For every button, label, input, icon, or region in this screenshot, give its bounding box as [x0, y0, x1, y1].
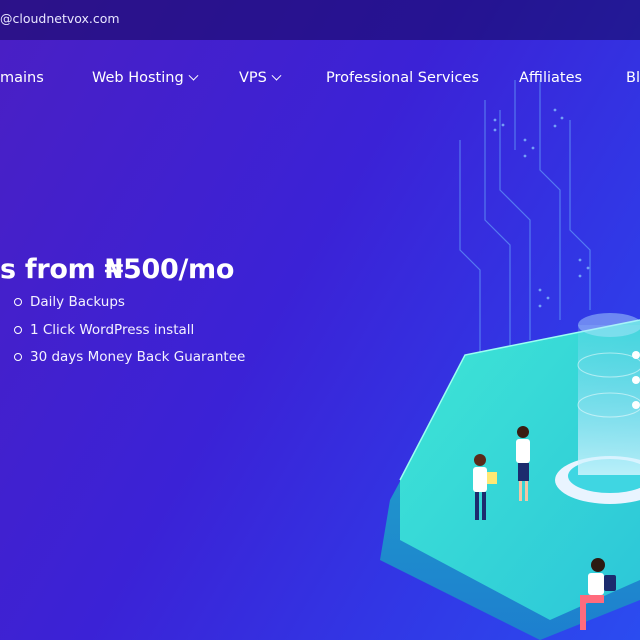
feature-list: Daily Backups 1 Click WordPress install …	[14, 292, 245, 375]
circle-bullet-icon	[14, 325, 22, 334]
feature-item: Daily Backups	[14, 292, 245, 320]
circle-bullet-icon	[14, 298, 22, 306]
top-bar: @cloudnetvox.com	[0, 0, 640, 40]
contact-email[interactable]: @cloudnetvox.com	[0, 11, 120, 26]
chevron-down-icon	[188, 70, 199, 81]
circuit-dots	[493, 108, 590, 308]
feature-item: 1 Click WordPress install	[14, 320, 245, 348]
circle-bullet-icon	[14, 353, 22, 361]
feature-item: 30 days Money Back Guarantee	[14, 347, 245, 375]
feature-text: Daily Backups	[30, 294, 125, 310]
nav-item-label: VPS	[239, 70, 267, 86]
nav-item-label: Web Hosting	[92, 70, 184, 86]
nav-item-label: mains	[0, 70, 44, 86]
feature-text: 1 Click WordPress install	[30, 321, 195, 338]
nav-item-domains[interactable]: mains	[0, 70, 44, 86]
hero-title: s from ₦500/mo	[0, 254, 235, 286]
datacenter-illustration	[380, 80, 640, 640]
nav-item-web-hosting[interactable]: Web Hosting	[92, 70, 199, 86]
feature-text: 30 days Money Back Guarantee	[30, 349, 246, 365]
chevron-down-icon	[271, 70, 282, 81]
nav-item-vps[interactable]: VPS	[239, 70, 282, 86]
